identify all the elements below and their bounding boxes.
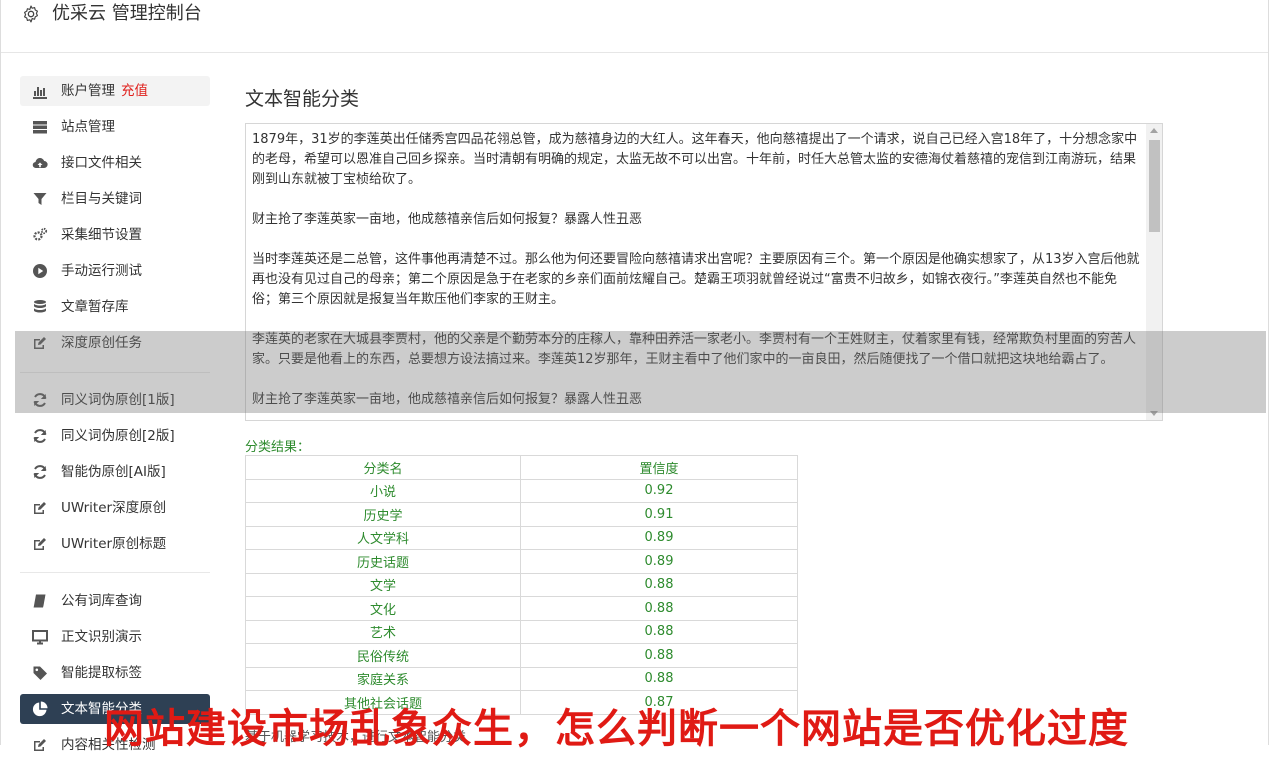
- sidebar-item-label: 智能提取标签: [61, 665, 142, 681]
- category-cell: 小说: [245, 478, 521, 503]
- category-cell: 家庭关系: [245, 666, 521, 691]
- gear-icon: [24, 5, 39, 23]
- sidebar-item-label: 智能伪原创[AI版]: [61, 464, 166, 480]
- book-icon: [33, 594, 46, 608]
- page-title: 文本智能分类: [245, 88, 360, 110]
- app-title: 优采云 管理控制台: [52, 3, 202, 24]
- monitor-icon: [32, 630, 48, 645]
- sidebar-item-body-recognition[interactable]: 正文识别演示: [20, 622, 210, 652]
- confidence-cell: 0.88: [520, 572, 798, 597]
- table-row: 文学 0.88: [245, 572, 798, 597]
- confidence-cell: 0.88: [520, 666, 798, 691]
- article-paragraph: 财主抢了李莲英家一亩地，他成慈禧亲信后如何报复？暴露人性丑恶: [252, 212, 643, 227]
- bar-chart-icon: [33, 87, 47, 99]
- sidebar-item-label: 栏目与关键词: [61, 191, 142, 207]
- sidebar-item-synonym-v2[interactable]: 同义词伪原创[2版]: [20, 421, 210, 451]
- category-cell: 民俗传统: [245, 643, 521, 668]
- table-row: 人文学科 0.89: [245, 525, 798, 550]
- recharge-link[interactable]: 充值: [121, 83, 148, 99]
- confidence-cell: 0.92: [520, 478, 798, 503]
- sidebar-item-uwriter-title[interactable]: UWriter原创标题: [20, 529, 210, 559]
- category-cell: 艺术: [245, 619, 521, 644]
- category-cell: 文学: [245, 572, 521, 597]
- column-header-category: 分类名: [245, 455, 521, 480]
- sidebar-item-label: UWriter原创标题: [61, 536, 167, 552]
- filter-icon: [33, 193, 47, 205]
- table-row: 历史学 0.91: [245, 502, 798, 527]
- play-circle-icon: [33, 264, 47, 278]
- table-row: 艺术 0.88: [245, 619, 798, 644]
- confidence-cell: 0.88: [520, 619, 798, 644]
- sidebar-divider: [20, 572, 210, 573]
- sidebar-item-account[interactable]: 账户管理 充值: [20, 76, 210, 106]
- article-paragraph: 1879年，31岁的李莲英出任储秀宫四品花翎总管，成为慈禧身边的大红人。这年春天…: [252, 132, 1138, 187]
- confidence-cell: 0.89: [520, 549, 798, 574]
- sidebar-item-label: 接口文件相关: [61, 155, 142, 171]
- confidence-cell: 0.88: [520, 596, 798, 621]
- gray-overlay-band: [15, 331, 1266, 413]
- sidebar-item-label: 采集细节设置: [61, 227, 142, 243]
- sidebar-item-interface-files[interactable]: 接口文件相关: [20, 148, 210, 178]
- header-bar: 优采云 管理控制台: [1, 0, 1268, 53]
- column-header-confidence: 置信度: [520, 455, 798, 480]
- sidebar-item-uwriter-deep[interactable]: UWriter深度原创: [20, 493, 210, 523]
- sidebar-item-label: 手动运行测试: [61, 263, 142, 279]
- frame-right-border: [1268, 0, 1269, 745]
- sidebar-item-label: 账户管理: [61, 83, 115, 99]
- sidebar-item-ai-rewrite[interactable]: 智能伪原创[AI版]: [20, 457, 210, 487]
- article-paragraph: 当时李莲英还是二总管，这件事他再清楚不过。那么他为何还要冒险向慈禧请求出宫呢？主…: [252, 252, 1140, 307]
- table-row: 小说 0.92: [245, 478, 798, 503]
- sidebar-item-article-storage[interactable]: 文章暂存库: [20, 292, 210, 322]
- confidence-cell: 0.91: [520, 502, 798, 527]
- database-icon: [34, 300, 46, 313]
- sidebar-item-label: 公有词库查询: [61, 593, 142, 609]
- table-header-row: 分类名 置信度: [245, 455, 798, 480]
- result-label: 分类结果：: [245, 440, 311, 455]
- edit-icon: [34, 502, 46, 514]
- scrollbar-thumb[interactable]: [1149, 140, 1160, 232]
- headline-banner: 网站建设市场乱象众生，怎么判断一个网站是否优化过度: [104, 706, 1129, 752]
- sidebar-item-public-lexicon[interactable]: 公有词库查询: [20, 586, 210, 616]
- table-row: 历史话题 0.89: [245, 549, 798, 574]
- sidebar-item-label: 正文识别演示: [61, 629, 142, 645]
- refresh-icon: [33, 465, 47, 479]
- sidebar-item-label: 站点管理: [61, 119, 115, 135]
- server-icon: [33, 121, 47, 134]
- gears-icon: [33, 227, 48, 241]
- sidebar-item-tag-extraction[interactable]: 智能提取标签: [20, 658, 210, 688]
- tag-icon: [33, 666, 47, 680]
- sidebar-item-label: 文章暂存库: [61, 299, 129, 315]
- category-cell: 历史学: [245, 502, 521, 527]
- sidebar-item-label: 同义词伪原创[2版]: [61, 428, 175, 444]
- sidebar-item-collection-settings[interactable]: 采集细节设置: [20, 220, 210, 250]
- classification-result-table: 分类名 置信度 小说 0.92 历史学 0.91 人文学科 0.89 历史话题 0.89…: [245, 455, 798, 715]
- cloud-upload-icon: [32, 158, 48, 169]
- category-cell: 人文学科: [245, 525, 521, 550]
- sidebar-item-manual-test[interactable]: 手动运行测试: [20, 256, 210, 286]
- table-row: 家庭关系 0.88: [245, 666, 798, 691]
- table-row: 文化 0.88: [245, 596, 798, 621]
- category-cell: 文化: [245, 596, 521, 621]
- sidebar-item-sites[interactable]: 站点管理: [20, 112, 210, 142]
- refresh-icon: [33, 429, 47, 443]
- sidebar-item-label: UWriter深度原创: [61, 500, 167, 516]
- edit-icon: [34, 739, 46, 751]
- sidebar-item-columns-keywords[interactable]: 栏目与关键词: [20, 184, 210, 214]
- edit-icon: [34, 538, 46, 550]
- confidence-cell: 0.89: [520, 525, 798, 550]
- pie-chart-icon: [32, 701, 48, 717]
- confidence-cell: 0.88: [520, 643, 798, 668]
- scroll-up-arrow-icon[interactable]: [1150, 128, 1158, 133]
- table-row: 民俗传统 0.88: [245, 643, 798, 668]
- frame-left-border: [0, 0, 1, 745]
- category-cell: 历史话题: [245, 549, 521, 574]
